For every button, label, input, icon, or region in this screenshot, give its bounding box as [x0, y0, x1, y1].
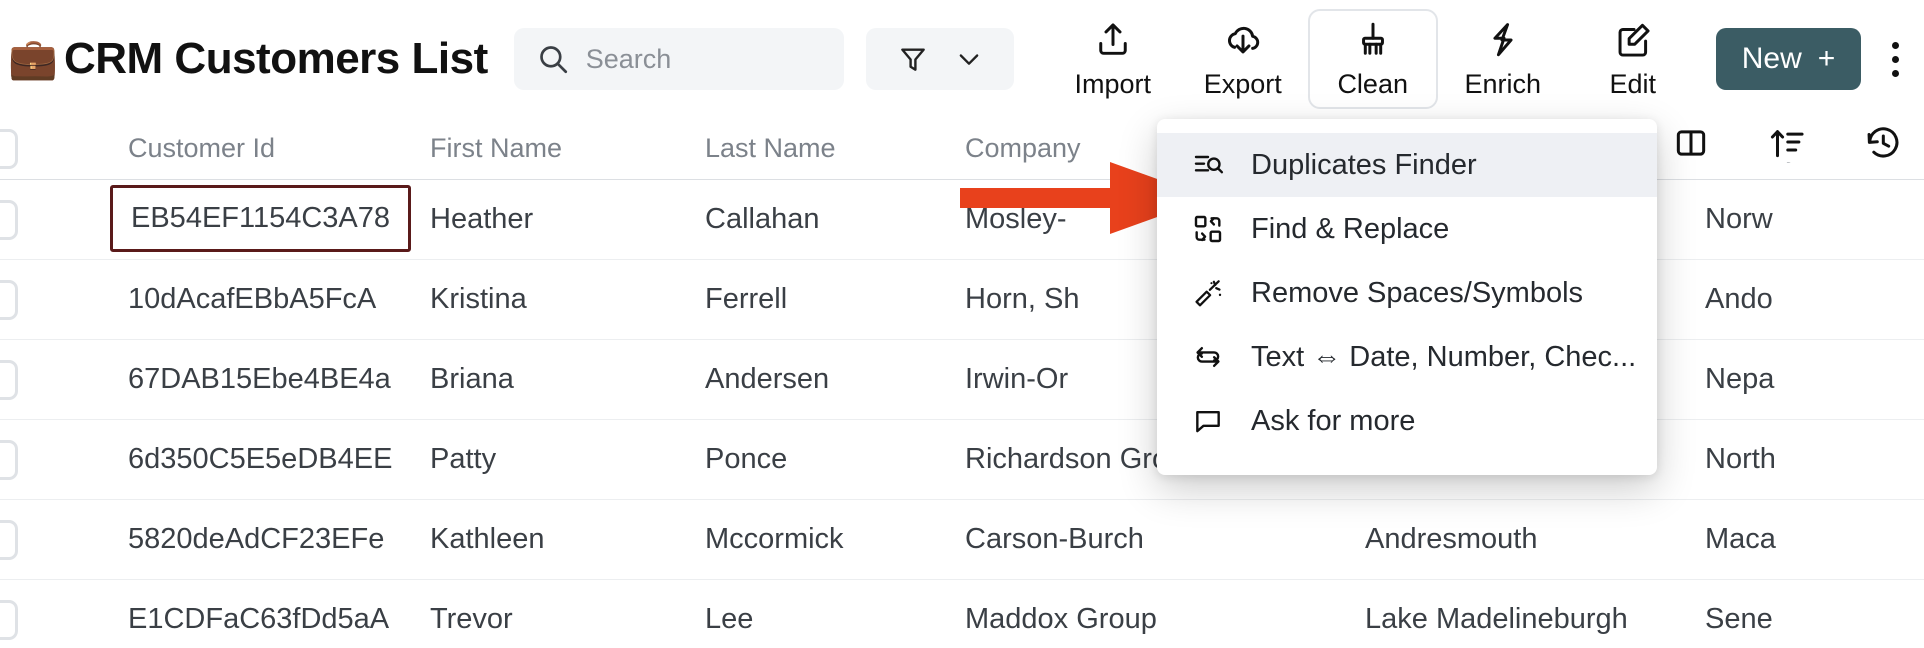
menu-item-label: Remove Spaces/Symbols [1251, 276, 1584, 309]
cell-country[interactable]: Sene [1705, 603, 1924, 636]
kebab-menu-icon[interactable] [1887, 28, 1904, 90]
column-header-first-name[interactable]: First Name [430, 133, 705, 164]
cell-customer-id[interactable]: E1CDFaC63fDd5aA [30, 603, 430, 636]
broom-icon [1352, 19, 1394, 61]
search-placeholder: Search [585, 43, 672, 74]
menu-item-ask-for-more[interactable]: Ask for more [1157, 389, 1657, 453]
top-toolbar: 💼 CRM Customers List Search Import Expor… [0, 0, 1924, 118]
cell-customer-id[interactable]: EB54EF1154C3A78 [30, 185, 430, 252]
menu-item-find-replace[interactable]: Find & Replace [1157, 197, 1657, 261]
cell-customer-id[interactable]: 6d350C5E5eDB4EE [30, 443, 430, 476]
row-checkbox[interactable] [0, 519, 18, 560]
search-input[interactable]: Search [513, 28, 844, 90]
cell-first-name[interactable]: Patty [430, 443, 705, 476]
select-all-checkbox-cell[interactable] [0, 128, 30, 169]
export-label: Export [1203, 68, 1282, 99]
menu-item-label: Ask for more [1251, 404, 1416, 437]
cell-country[interactable]: Norw [1705, 203, 1924, 236]
cell-customer-id[interactable]: 67DAB15Ebe4BE4a [30, 363, 430, 396]
find-replace-icon [1191, 212, 1225, 246]
row-checkbox-cell[interactable] [0, 519, 30, 560]
menu-item-text-date-number-convert[interactable]: Text ⇔ Date, Number, Chec... [1157, 325, 1657, 389]
briefcase-icon: 💼 [8, 37, 58, 81]
table-row[interactable]: 5820deAdCF23EFe Kathleen Mccormick Carso… [0, 500, 1924, 580]
row-checkbox[interactable] [0, 359, 18, 400]
row-checkbox[interactable] [0, 279, 18, 320]
tool-buttons: Import Export Clean Enrich Edit [1048, 9, 1698, 109]
page-title: CRM Customers List [64, 34, 488, 83]
column-header-customer-id[interactable]: Customer Id [30, 133, 430, 164]
cell-customer-id[interactable]: 5820deAdCF23EFe [30, 523, 430, 556]
search-icon [536, 42, 570, 76]
table-row[interactable]: E1CDFaC63fDd5aA Trevor Lee Maddox Group … [0, 580, 1924, 648]
cell-last-name[interactable]: Ferrell [705, 283, 965, 316]
cell-last-name[interactable]: Andersen [705, 363, 965, 396]
cell-country[interactable]: North [1705, 443, 1924, 476]
enrich-label: Enrich [1464, 68, 1541, 99]
cell-last-name[interactable]: Lee [705, 603, 965, 636]
export-button[interactable]: Export [1178, 9, 1308, 109]
select-all-checkbox[interactable] [0, 128, 18, 169]
clean-dropdown-menu: Duplicates Finder Find & Replace Remove … [1157, 119, 1657, 475]
menu-item-remove-spaces-symbols[interactable]: Remove Spaces/Symbols [1157, 261, 1657, 325]
filter-button[interactable] [865, 28, 1014, 90]
new-button-label: New [1741, 42, 1802, 75]
table-header-actions [1562, 124, 1902, 174]
row-checkbox[interactable] [0, 199, 18, 240]
row-checkbox[interactable] [0, 439, 18, 480]
row-checkbox-cell[interactable] [0, 439, 30, 480]
cell-country[interactable]: Nepa [1705, 363, 1924, 396]
row-checkbox-cell[interactable] [0, 359, 30, 400]
crm-app-window: 💼 CRM Customers List Search Import Expor… [0, 0, 1924, 648]
edit-label: Edit [1609, 68, 1656, 99]
history-clock-icon[interactable] [1864, 124, 1902, 162]
cell-first-name[interactable]: Briana [430, 363, 705, 396]
cell-last-name[interactable]: Ponce [705, 443, 965, 476]
cloud-download-icon [1222, 19, 1264, 61]
menu-item-label: Duplicates Finder [1251, 148, 1477, 181]
import-button[interactable]: Import [1048, 9, 1178, 109]
magic-broom-icon [1191, 276, 1225, 310]
convert-arrows-icon [1191, 340, 1225, 374]
cell-country[interactable]: Ando [1705, 283, 1924, 316]
new-button[interactable]: New + [1715, 28, 1862, 90]
cell-customer-id[interactable]: 10dAcafEBbA5FcA [30, 283, 430, 316]
clean-label: Clean [1337, 68, 1408, 99]
plus-icon: + [1817, 42, 1836, 75]
import-label: Import [1074, 68, 1151, 99]
cell-first-name[interactable]: Kristina [430, 283, 705, 316]
clean-button[interactable]: Clean [1307, 9, 1438, 109]
cell-company[interactable]: Maddox Group [965, 603, 1365, 636]
funnel-icon [897, 43, 929, 75]
selected-cell[interactable]: EB54EF1154C3A78 [110, 185, 412, 252]
pencil-square-icon [1612, 19, 1654, 61]
chat-bubble-icon [1191, 404, 1225, 438]
upload-icon [1092, 19, 1134, 61]
row-checkbox[interactable] [0, 599, 18, 640]
menu-item-label: Text ⇔ Date, Number, Chec... [1251, 340, 1637, 373]
menu-item-label: Find & Replace [1251, 212, 1450, 245]
lightning-bolt-icon [1482, 19, 1524, 61]
cell-company[interactable]: Carson-Burch [965, 523, 1365, 556]
sort-ascending-icon[interactable] [1768, 124, 1806, 162]
row-checkbox-cell[interactable] [0, 279, 30, 320]
row-checkbox-cell[interactable] [0, 199, 30, 240]
row-checkbox-cell[interactable] [0, 599, 30, 640]
enrich-button[interactable]: Enrich [1438, 9, 1568, 109]
edit-button[interactable]: Edit [1568, 9, 1698, 109]
cell-first-name[interactable]: Trevor [430, 603, 705, 636]
menu-item-duplicates-finder[interactable]: Duplicates Finder [1157, 133, 1657, 197]
list-search-icon [1191, 148, 1225, 182]
column-header-last-name[interactable]: Last Name [705, 133, 965, 164]
cell-country[interactable]: Maca [1705, 523, 1924, 556]
columns-layout-icon[interactable] [1672, 124, 1710, 162]
cell-last-name[interactable]: Mccormick [705, 523, 965, 556]
cell-city[interactable]: Lake Madelineburgh [1365, 603, 1705, 636]
cell-first-name[interactable]: Kathleen [430, 523, 705, 556]
cell-first-name[interactable]: Heather [430, 203, 705, 236]
cell-last-name[interactable]: Callahan [705, 203, 965, 236]
chevron-down-icon [955, 45, 983, 73]
cell-city[interactable]: Andresmouth [1365, 523, 1705, 556]
